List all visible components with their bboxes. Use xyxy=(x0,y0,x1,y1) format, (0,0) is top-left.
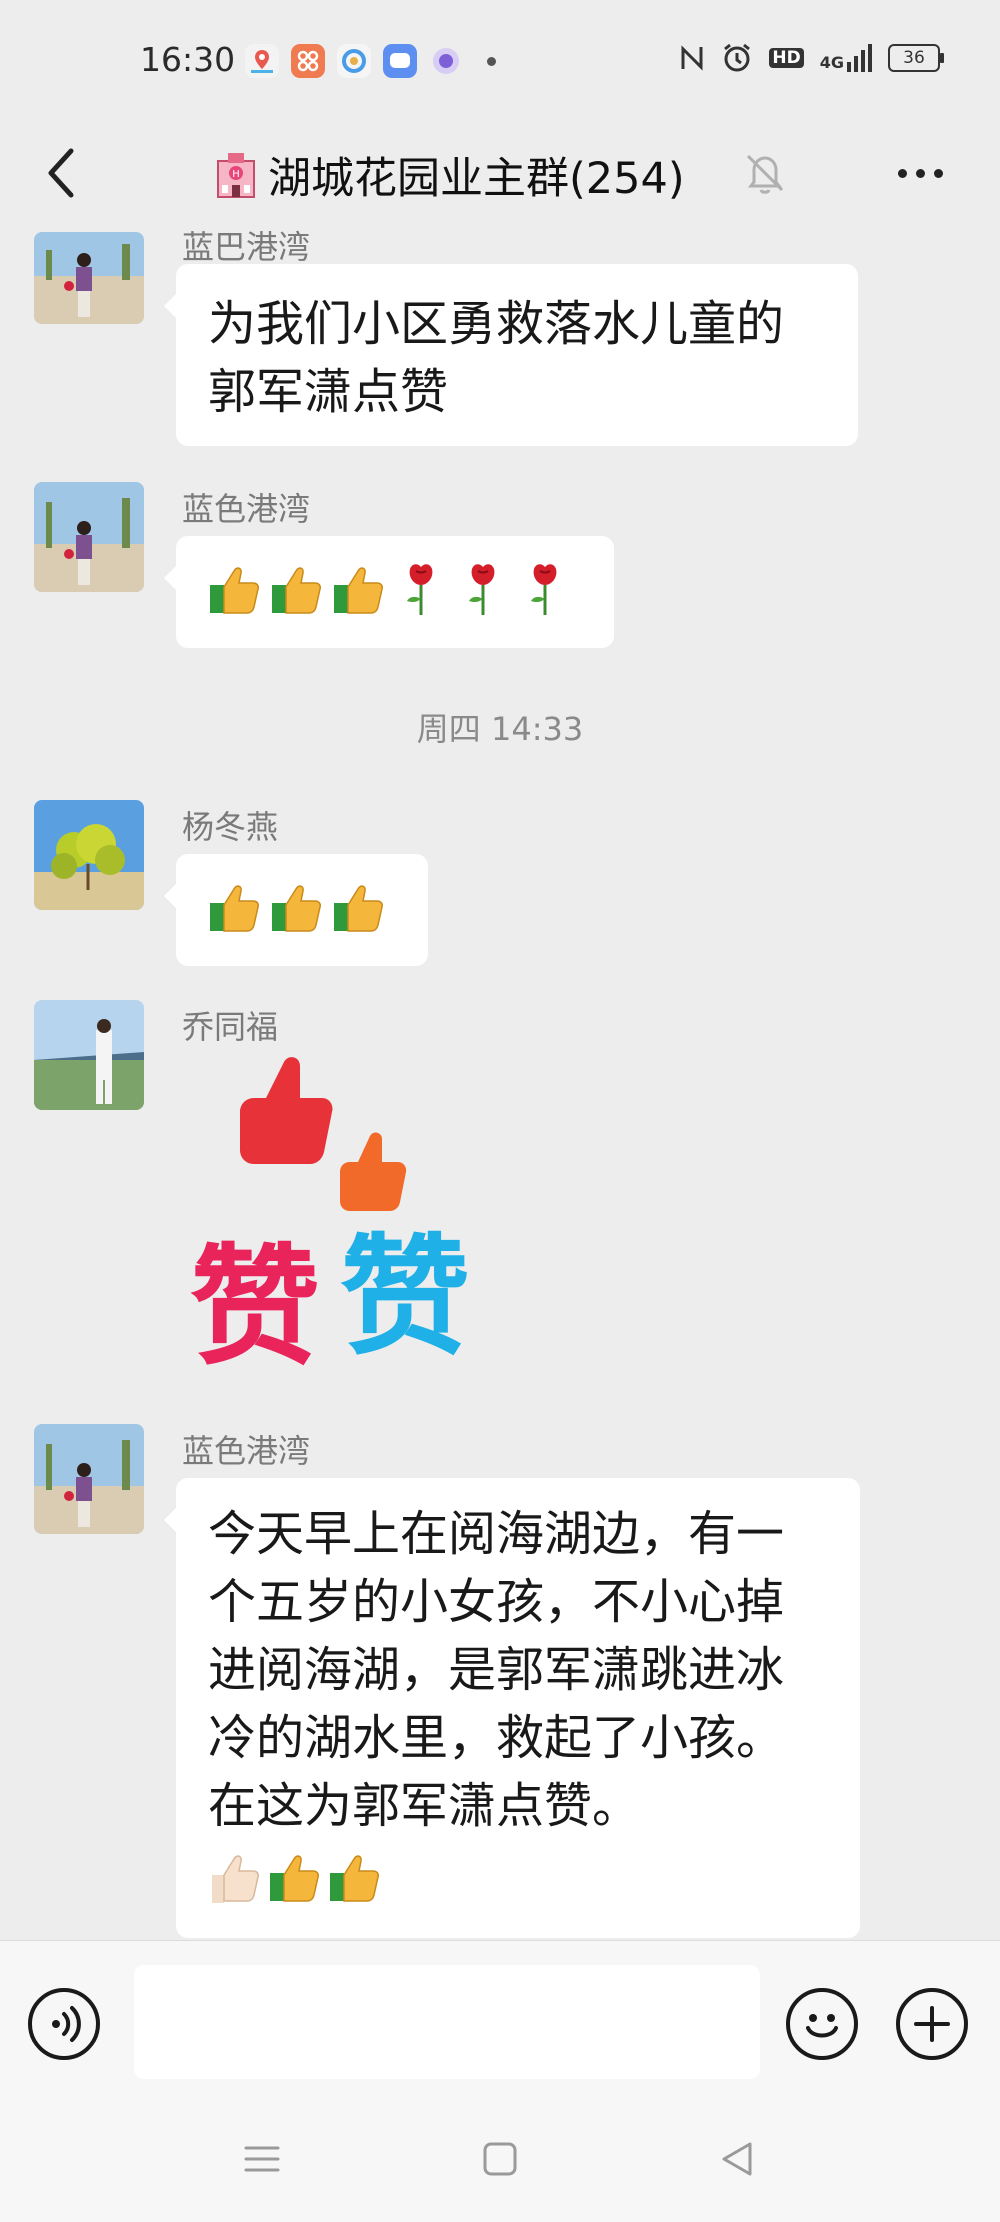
status-app-icons xyxy=(245,44,496,78)
emoji-row xyxy=(208,554,582,624)
emoji-face-icon xyxy=(806,2014,838,2038)
thumbs-up-icon xyxy=(330,1855,379,1902)
location-app-icon xyxy=(245,44,279,78)
message-input-bar xyxy=(0,1940,1000,2101)
sticker-zan-text: 赞 xyxy=(190,1230,321,1383)
thumbs-up-icon xyxy=(210,885,259,932)
message-bubble[interactable]: 为我们小区勇救落水儿童的郭军潇点赞 xyxy=(164,264,858,446)
more-notifications-dot xyxy=(487,56,496,66)
avatar[interactable] xyxy=(34,1000,144,1110)
more-dot xyxy=(915,168,925,178)
svg-text:H: H xyxy=(232,169,240,180)
mute-bell-icon xyxy=(746,154,784,194)
rose-icon xyxy=(407,564,433,615)
message-bubble[interactable] xyxy=(164,536,614,648)
voice-icon xyxy=(52,2006,81,2042)
avatar[interactable] xyxy=(34,800,144,910)
back-triangle-icon[interactable] xyxy=(708,2134,768,2184)
rose-icon xyxy=(531,564,557,615)
avatar[interactable] xyxy=(34,482,144,592)
hd-icon: HD xyxy=(769,48,804,68)
emoji-row xyxy=(208,872,396,942)
chat-header: H 湖城花园业主群(254) xyxy=(0,120,1000,230)
thumbs-up-icon xyxy=(270,1855,319,1902)
message-text: 为我们小区勇救落水儿童的郭军潇点赞 xyxy=(208,296,785,420)
network-type: 4G xyxy=(819,53,844,72)
trailing-emojis xyxy=(208,1847,382,1907)
bubble-app-icon xyxy=(433,48,459,74)
message-input[interactable] xyxy=(134,1965,760,2079)
timestamp: 周四 14:33 xyxy=(416,710,584,748)
circle-app-icon xyxy=(337,44,371,78)
battery-icon: 36 xyxy=(888,44,944,72)
more-dot xyxy=(897,168,907,178)
emoji-button[interactable] xyxy=(786,1988,858,2060)
thumbs-up-icon xyxy=(210,567,259,614)
rose-icon xyxy=(469,564,495,615)
sender-name: 蓝色港湾 xyxy=(182,1432,311,1470)
back-arrow-icon xyxy=(48,148,74,198)
more-dot xyxy=(933,168,943,178)
thumbs-up-light-icon xyxy=(212,1855,259,1903)
status-bar: 16:30 HD 4G 36 xyxy=(0,0,1000,120)
plus-icon xyxy=(914,2006,950,2042)
message-app-icon xyxy=(383,44,417,78)
more-button[interactable] xyxy=(890,158,950,188)
grid-app-icon xyxy=(291,44,325,78)
home-square-icon[interactable] xyxy=(470,2134,530,2184)
status-time: 16:30 xyxy=(140,40,236,79)
nfc-icon xyxy=(681,45,703,71)
group-title[interactable]: H 湖城花园业主群(254) xyxy=(214,140,685,210)
alarm-icon xyxy=(724,43,751,72)
avatar[interactable] xyxy=(34,232,144,324)
thumbs-up-icon xyxy=(334,567,383,614)
page-title: 湖城花园业主群(254) xyxy=(268,154,685,204)
more-actions-button[interactable] xyxy=(896,1988,968,2060)
thumbs-up-icon xyxy=(334,885,383,932)
sender-name: 蓝巴港湾 xyxy=(182,230,311,266)
voice-button[interactable] xyxy=(28,1988,100,2060)
thumbs-up-icon xyxy=(272,567,321,614)
status-right-icons: HD 4G 36 xyxy=(679,42,944,74)
back-button[interactable] xyxy=(30,138,90,208)
message-text: 今天早上在阅海湖边，有一个五岁的小女孩，不小心掉进阅海湖，是郭军潇跳进冰冷的湖水… xyxy=(208,1506,785,1834)
sender-name: 蓝色港湾 xyxy=(182,490,311,528)
hotel-building-icon: H xyxy=(217,153,255,198)
sticker-zan-text: 赞 xyxy=(340,1220,471,1373)
avatar[interactable] xyxy=(34,1424,144,1534)
chat-message-list[interactable]: 蓝巴港湾 为我们小区勇救落水儿童的郭军潇点赞 蓝色港湾 周四 14:33 杨冬燕 xyxy=(0,230,1000,1940)
thumbs-up-icon xyxy=(272,885,321,932)
signal-icon: 4G xyxy=(820,44,872,72)
sender-name: 杨冬燕 xyxy=(182,808,279,846)
sender-name: 乔同福 xyxy=(182,1008,279,1046)
menu-icon[interactable] xyxy=(232,2134,292,2184)
message-bubble[interactable] xyxy=(164,854,428,966)
message-bubble[interactable]: 今天早上在阅海湖边，有一个五岁的小女孩，不小心掉进阅海湖，是郭军潇跳进冰冷的湖水… xyxy=(164,1478,860,1938)
system-nav-bar xyxy=(0,2100,1000,2222)
thumbs-up-zan-sticker[interactable]: 赞 赞 xyxy=(190,1052,500,1383)
battery-level: 36 xyxy=(903,48,925,68)
